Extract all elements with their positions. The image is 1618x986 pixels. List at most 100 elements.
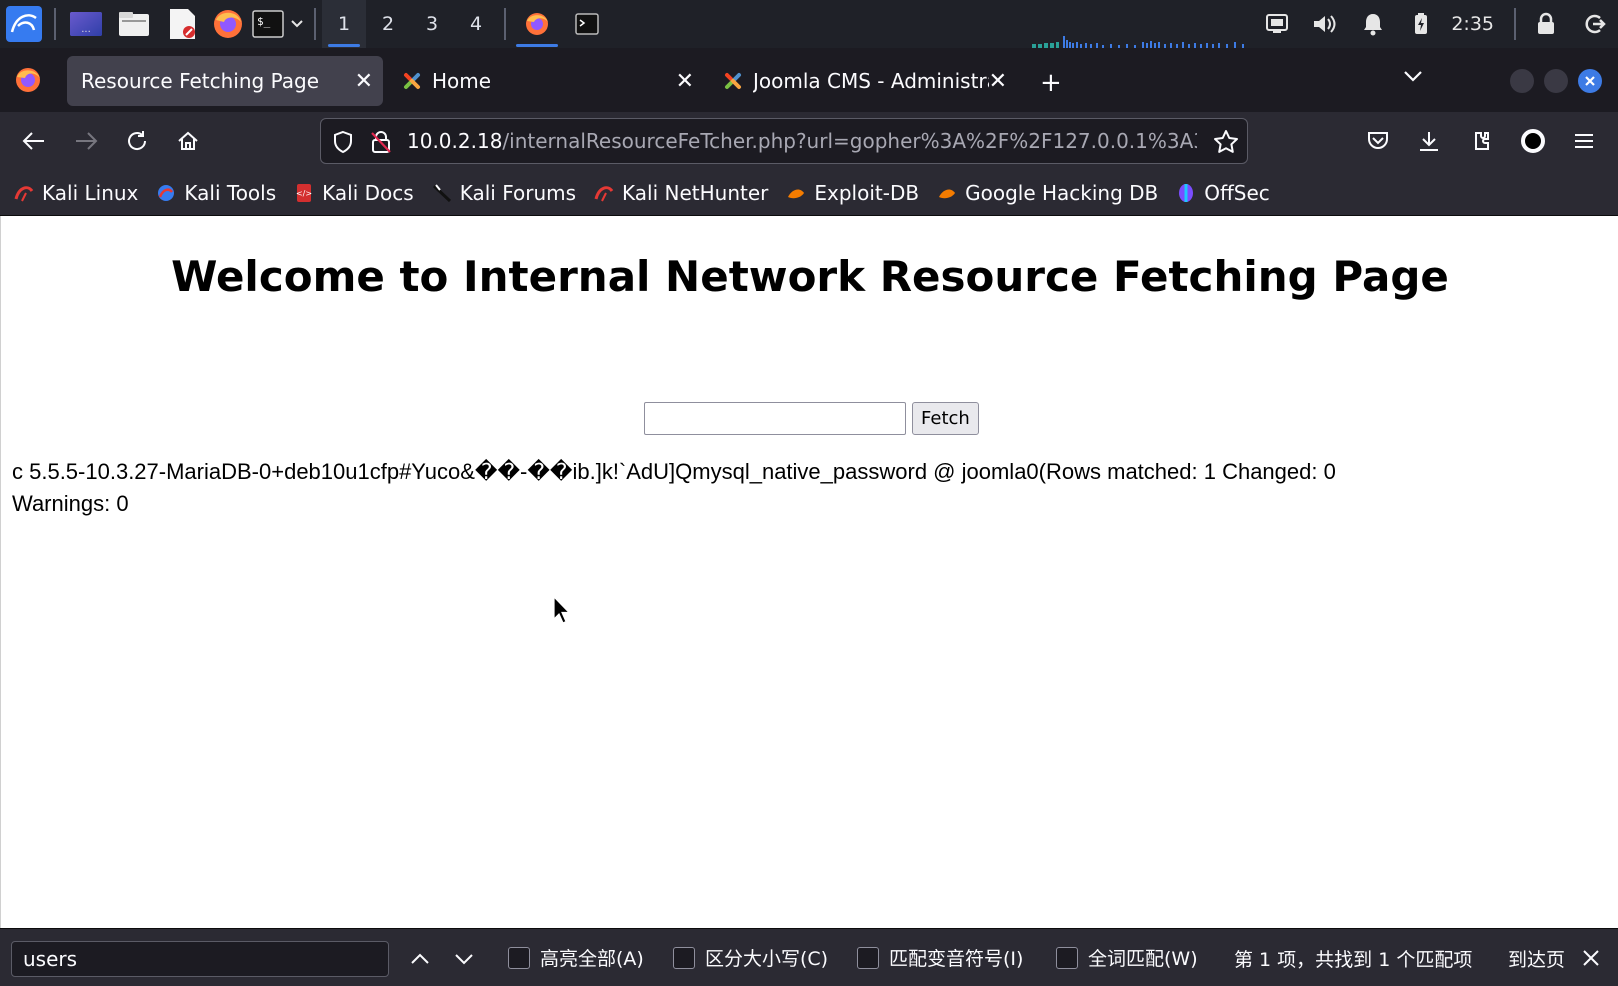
bookmark-label: Kali Forums (459, 180, 577, 205)
checkbox[interactable] (1056, 946, 1078, 969)
bookmark-label: Google Hacking DB (965, 180, 1159, 205)
close-icon[interactable]: ✕ (355, 69, 373, 94)
lock-icon[interactable] (1522, 0, 1570, 48)
workspace-1[interactable]: 1 (322, 0, 366, 48)
task-terminal[interactable] (562, 0, 612, 48)
url-bar[interactable]: 10.0.2.18/internalResourceFeTcher.php?ur… (320, 118, 1248, 164)
maximize-button[interactable] (1544, 69, 1568, 93)
workspace-label: 3 (425, 13, 439, 35)
taskbar-separator (54, 8, 56, 40)
svg-text:$_: $_ (257, 15, 271, 28)
workspace-2[interactable]: 2 (366, 0, 410, 48)
checkbox[interactable] (857, 946, 879, 969)
reload-icon[interactable] (117, 121, 157, 161)
screen-icon[interactable] (1253, 0, 1301, 48)
workspace-4[interactable]: 4 (454, 0, 498, 48)
file-manager-icon[interactable] (110, 0, 158, 48)
close-icon[interactable]: ✕ (989, 69, 1007, 94)
show-desktop-icon[interactable]: ... (62, 0, 110, 48)
tab-title: Joomla CMS - Administra (753, 69, 989, 93)
tab-resource-fetching[interactable]: Resource Fetching Page ✕ (67, 56, 383, 106)
bookmark-kali-forums[interactable]: Kali Forums (432, 181, 576, 205)
taskbar-separator (314, 8, 316, 40)
whole-words-checkbox[interactable]: 全词匹配(W) (1056, 944, 1198, 971)
url-input[interactable] (644, 402, 906, 435)
bookmark-exploit-db[interactable]: Exploit-DB (786, 181, 919, 205)
checkbox-label: 区分大小写(C) (705, 948, 829, 970)
tab-home[interactable]: Home ✕ (388, 56, 704, 106)
logout-icon[interactable] (1570, 0, 1618, 48)
find-reached-end: 到达页 (1508, 949, 1566, 971)
bookmark-kali-nethunter[interactable]: Kali NetHunter (594, 181, 768, 205)
find-input[interactable] (11, 941, 389, 977)
taskbar: ... $_ 1 2 3 4 2:35 (0, 0, 1618, 48)
terminal-launcher-icon[interactable]: $_ (250, 0, 286, 48)
highlight-all-checkbox[interactable]: 高亮全部(A) (508, 944, 644, 971)
firefox-view-icon[interactable] (14, 66, 42, 98)
new-tab-plus-icon[interactable]: + (1040, 68, 1062, 98)
extensions-icon[interactable] (1462, 121, 1502, 161)
output-line: Warnings: 0 (12, 491, 129, 516)
tab-joomla-admin[interactable]: Joomla CMS - Administra ✕ (709, 56, 1017, 106)
workspace-label: 4 (469, 13, 483, 35)
find-next-chevron-down-icon[interactable] (450, 945, 478, 973)
page-content: Welcome to Internal Network Resource Fet… (0, 216, 1618, 928)
bookmark-offsec[interactable]: OffSec (1176, 181, 1270, 205)
kali-forums-icon (432, 183, 451, 202)
forward-arrow-icon[interactable] (66, 121, 106, 161)
url-path: /internalResourceFeTcher.php?url=gopher%… (502, 129, 1197, 153)
bookmark-label: OffSec (1204, 180, 1270, 205)
battery-icon[interactable] (1397, 0, 1445, 48)
bookmark-google-hacking-db[interactable]: Google Hacking DB (937, 181, 1158, 205)
checkbox[interactable] (508, 946, 530, 969)
minimize-button[interactable] (1510, 69, 1534, 93)
home-icon[interactable] (168, 121, 208, 161)
bookmark-kali-docs[interactable]: </> Kali Docs (294, 181, 414, 205)
url-host: 10.0.2.18 (407, 129, 503, 153)
tab-bar: Resource Fetching Page ✕ Home ✕ Joomla C… (0, 48, 1618, 112)
url-text[interactable]: 10.0.2.18/internalResourceFeTcher.php?ur… (407, 119, 1197, 163)
text-editor-icon[interactable] (158, 0, 206, 48)
find-status: 第 1 项，共找到 1 个匹配项 (1234, 949, 1473, 971)
tab-title: Home (432, 69, 492, 93)
bookmark-kali-linux[interactable]: Kali Linux (14, 181, 138, 205)
back-arrow-icon[interactable] (14, 121, 54, 161)
bookmark-label: Kali Tools (184, 180, 277, 205)
close-icon[interactable]: ✕ (676, 69, 694, 94)
notification-bell-icon[interactable] (1349, 0, 1397, 48)
match-diacritics-checkbox[interactable]: 匹配变音符号(I) (857, 944, 1023, 971)
ghdb-icon (939, 189, 956, 198)
pocket-icon[interactable] (1358, 121, 1398, 161)
checkbox[interactable] (673, 946, 695, 969)
bookmark-star-icon[interactable] (1213, 129, 1239, 159)
insecure-lock-icon[interactable] (369, 130, 393, 158)
close-icon (1585, 76, 1595, 86)
window-close-button[interactable] (1578, 69, 1602, 93)
page-title: Welcome to Internal Network Resource Fet… (171, 252, 1449, 301)
kali-menu-icon[interactable] (0, 0, 48, 48)
bookmark-label: Kali Linux (42, 180, 139, 205)
list-all-tabs-chevron-icon[interactable] (1402, 68, 1424, 88)
close-icon[interactable] (1576, 943, 1606, 973)
task-firefox[interactable] (512, 0, 562, 48)
hamburger-menu-icon[interactable] (1564, 121, 1604, 161)
exploit-db-icon (788, 189, 805, 198)
fetch-button[interactable]: Fetch (912, 402, 979, 435)
tab-title: Resource Fetching Page (81, 69, 320, 93)
downloads-icon[interactable] (1409, 121, 1449, 161)
bookmark-label: Kali Docs (322, 180, 414, 205)
volume-icon[interactable] (1301, 0, 1349, 48)
chevron-down-icon[interactable] (286, 0, 308, 48)
find-previous-chevron-up-icon[interactable] (406, 945, 434, 973)
firefox-launcher-icon[interactable] (206, 0, 250, 48)
clock[interactable]: 2:35 (1445, 13, 1508, 35)
checkbox-label: 全词匹配(W) (1088, 948, 1198, 970)
mouse-pointer-icon (553, 595, 571, 628)
shield-icon[interactable] (331, 130, 355, 158)
bookmark-kali-tools[interactable]: Kali Tools (156, 181, 276, 205)
match-case-checkbox[interactable]: 区分大小写(C) (673, 944, 828, 971)
taskbar-separator (504, 8, 506, 40)
account-circle-icon[interactable] (1513, 121, 1553, 161)
system-tray: 2:35 (1253, 0, 1618, 48)
workspace-3[interactable]: 3 (410, 0, 454, 48)
